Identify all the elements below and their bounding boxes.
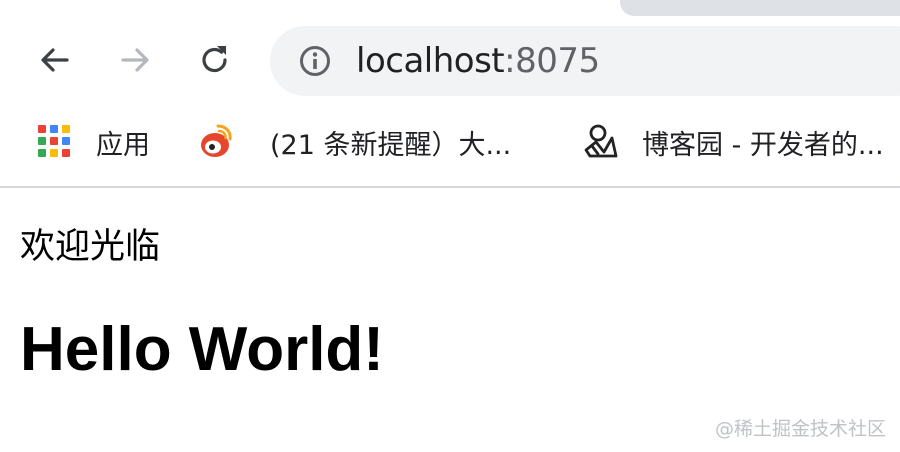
- apps-grid-square: [62, 125, 70, 133]
- bookmark-label: 应用: [96, 129, 150, 161]
- apps-grid-square: [38, 149, 46, 157]
- tab-strip: [0, 0, 900, 16]
- bookmark-label: 博客园 - 开发者的...: [642, 129, 884, 161]
- browser-toolbar: localhost:8075: [0, 16, 900, 108]
- apps-grid-square: [38, 137, 46, 145]
- apps-grid-square: [62, 137, 70, 145]
- bookmarks-bar: 应用 (21 条新提醒）大... 博客园 - 开发者的...: [0, 108, 900, 188]
- arrow-right-icon: [121, 48, 149, 72]
- apps-grid-square: [50, 149, 58, 157]
- bookmark-apps[interactable]: 应用: [38, 122, 150, 162]
- arrow-left-icon: [41, 48, 69, 72]
- apps-grid-square: [38, 125, 46, 133]
- apps-grid-square: [50, 125, 58, 133]
- url-text[interactable]: localhost:8075: [356, 40, 600, 82]
- weibo-icon: [201, 124, 232, 157]
- apps-grid-square: [50, 137, 58, 145]
- bookmark-weibo[interactable]: (21 条新提醒）大...: [198, 122, 511, 162]
- reload-icon: [202, 46, 227, 73]
- url-port: :8075: [504, 41, 600, 81]
- page-content: 欢迎光临 Hello World! @稀土掘金技术社区: [0, 188, 900, 452]
- forward-button[interactable]: [115, 40, 155, 80]
- watermark-text: @稀土掘金技术社区: [714, 418, 886, 440]
- info-icon[interactable]: [298, 44, 332, 78]
- address-bar[interactable]: localhost:8075: [270, 26, 900, 96]
- apps-grid-square: [62, 149, 70, 157]
- bookmark-cnblogs[interactable]: 博客园 - 开发者的...: [582, 122, 884, 162]
- bookmark-label: (21 条新提醒）大...: [270, 129, 512, 161]
- apps-grid-icon: [38, 125, 72, 159]
- tab-strip-edge: [620, 0, 900, 16]
- cnblogs-icon: [584, 124, 618, 158]
- welcome-text: 欢迎光临: [20, 227, 161, 267]
- reload-button[interactable]: [195, 40, 235, 80]
- page-heading: Hello World!: [20, 315, 384, 384]
- url-host: localhost: [356, 41, 505, 81]
- back-button[interactable]: [35, 40, 75, 80]
